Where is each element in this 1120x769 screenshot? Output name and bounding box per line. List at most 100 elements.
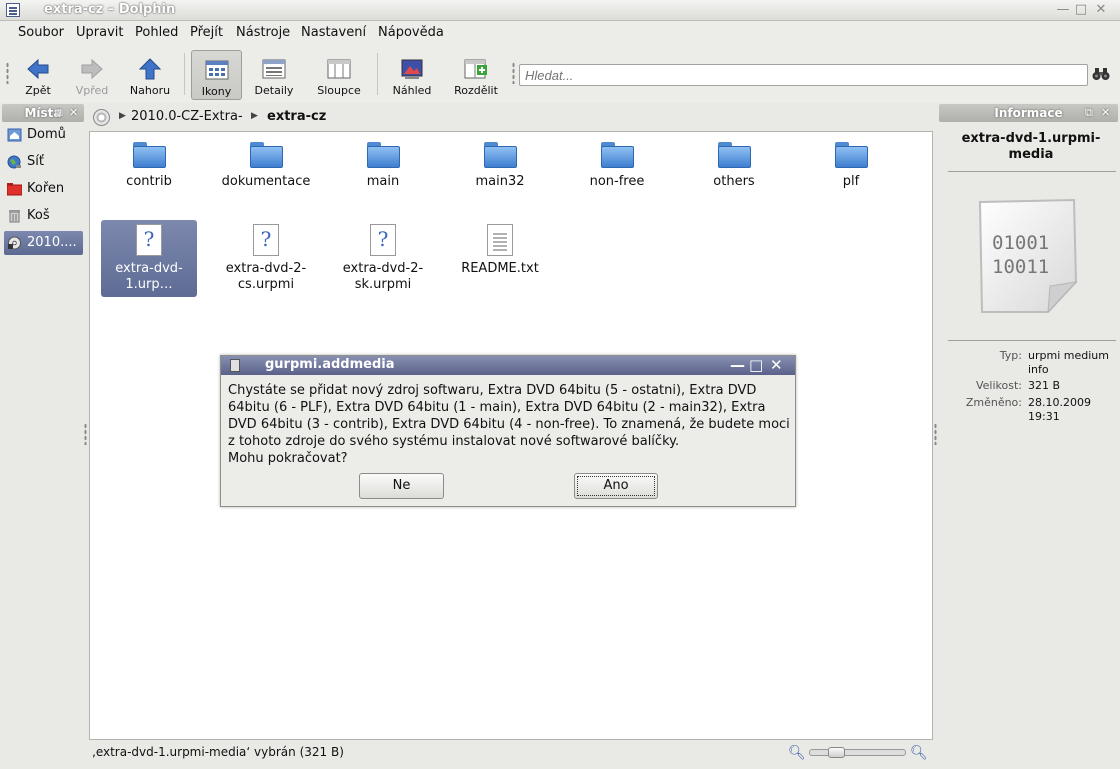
folder-icon — [132, 142, 166, 168]
folder-label: contrib — [126, 174, 172, 189]
panel-float-icon[interactable]: ⧉ — [55, 104, 63, 122]
place-disk[interactable]: 2010.... — [4, 231, 83, 255]
icons-view-icon — [205, 60, 228, 80]
folder-icon — [717, 142, 751, 168]
globe-icon — [7, 155, 21, 169]
place-root[interactable]: Kořen — [4, 177, 83, 201]
split-button[interactable]: Rozdělit — [449, 50, 503, 100]
back-arrow-icon — [27, 58, 49, 80]
dialog-maximize-icon[interactable]: □ — [749, 356, 763, 375]
icons-view-button[interactable]: Ikony — [191, 50, 242, 100]
folder-icon — [600, 142, 634, 168]
folder-icon — [483, 142, 517, 168]
close-icon[interactable]: ✕ — [1093, 2, 1109, 18]
menu-upravit[interactable]: Upravit — [76, 25, 123, 40]
breadcrumb-arrow-icon[interactable]: ▶ — [251, 111, 258, 121]
window-title: extra-cz – Dolphin — [44, 2, 176, 17]
folder-item[interactable]: dokumentace — [218, 136, 314, 190]
zoom-out-icon[interactable]: 🔍︎ — [788, 745, 806, 761]
zoom-in-icon[interactable]: 🔍︎ — [910, 745, 928, 761]
menu-napoveda[interactable]: Nápověda — [378, 25, 444, 40]
folder-icon — [366, 142, 400, 168]
info-separator — [948, 171, 1116, 172]
info-panel-header: Informace ⧉ ✕ — [939, 104, 1118, 122]
dialog-minimize-icon[interactable]: — — [730, 356, 745, 375]
file-label: extra-dvd-1.urp… — [115, 261, 183, 292]
place-trash[interactable]: Koš — [4, 204, 83, 228]
breadcrumb-disk-icon[interactable] — [93, 109, 110, 126]
preview-button[interactable]: Náhled — [388, 50, 436, 100]
file-item[interactable]: README.txt — [452, 220, 548, 277]
up-label: Nahoru — [129, 84, 171, 97]
breadcrumb: ▶ 2010.0-CZ-Extra- ▶ extra-cz — [89, 105, 933, 129]
panel-resize-handle[interactable] — [934, 423, 937, 445]
menu-nastaveni[interactable]: Nastavení — [301, 25, 366, 40]
file-item[interactable]: ? extra-dvd-2-cs.urpmi — [218, 220, 314, 293]
minimize-icon[interactable]: — — [1055, 2, 1071, 18]
panel-float-icon[interactable]: ⧉ — [1085, 104, 1093, 122]
info-size-value: 321 B — [1028, 379, 1061, 392]
breadcrumb-arrow-icon[interactable]: ▶ — [119, 111, 126, 121]
search-input[interactable] — [519, 64, 1088, 86]
toolbar-grip-icon[interactable] — [512, 62, 515, 84]
menu-soubor[interactable]: Soubor — [18, 25, 64, 40]
file-item-selected[interactable]: ? extra-dvd-1.urp… — [101, 220, 197, 297]
columns-view-label: Sloupce — [317, 84, 361, 97]
folder-item[interactable]: main32 — [452, 136, 548, 190]
file-item[interactable]: ? extra-dvd-2-sk.urpmi — [335, 220, 431, 293]
details-view-label: Detaily — [254, 84, 294, 97]
columns-view-icon — [327, 59, 351, 79]
forward-button[interactable]: Vpřed — [70, 50, 114, 100]
yes-button[interactable]: Ano — [574, 473, 658, 499]
folder-label: main32 — [475, 174, 525, 189]
binoculars-icon[interactable] — [1092, 67, 1110, 81]
text-file-icon — [487, 224, 513, 256]
dialog-message-text: Chystáte se přidat nový zdroj softwaru, … — [228, 383, 790, 449]
no-button[interactable]: Ne — [359, 473, 444, 499]
places-panel: Místa ⧉ ✕ Domů Síť Kořen Koš 2010.... — [0, 104, 85, 744]
panel-close-icon[interactable]: ✕ — [1101, 104, 1110, 122]
forward-arrow-icon — [81, 58, 103, 80]
up-button[interactable]: Nahoru — [126, 50, 174, 100]
place-network[interactable]: Síť — [4, 150, 83, 174]
details-view-button[interactable]: Detaily — [250, 50, 298, 100]
unknown-file-icon: ? — [253, 224, 279, 256]
folder-icon — [834, 142, 868, 168]
folder-item[interactable]: non-free — [569, 136, 665, 190]
app-icon[interactable] — [6, 3, 20, 17]
split-label: Rozdělit — [454, 84, 498, 97]
breadcrumb-current[interactable]: extra-cz — [267, 109, 326, 124]
dialog-title: gurpmi.addmedia — [265, 357, 395, 372]
zoom-slider-handle[interactable] — [828, 747, 845, 758]
place-root-label: Kořen — [27, 181, 65, 196]
window-titlebar[interactable]: extra-cz – Dolphin — □ ✕ — [0, 0, 1120, 21]
place-home[interactable]: Domů — [4, 123, 83, 147]
dialog-titlebar[interactable]: gurpmi.addmedia — □ ✕ — [221, 356, 795, 375]
split-icon — [464, 59, 487, 79]
folder-label: main — [366, 174, 400, 189]
dialog-close-icon[interactable]: ✕ — [770, 356, 783, 375]
dialog-question: Mohu pokračovat? — [228, 451, 348, 466]
folder-item[interactable]: contrib — [101, 136, 197, 190]
zoom-slider[interactable] — [809, 747, 906, 758]
maximize-icon[interactable]: □ — [1073, 2, 1089, 18]
panel-resize-handle[interactable] — [84, 423, 87, 445]
breadcrumb-segment[interactable]: 2010.0-CZ-Extra- — [131, 109, 243, 124]
trash-icon — [9, 210, 20, 223]
forward-label: Vpřed — [75, 84, 109, 97]
menu-prejit[interactable]: Přejít — [190, 25, 223, 40]
back-label: Zpět — [25, 84, 51, 97]
columns-view-button[interactable]: Sloupce — [313, 50, 365, 100]
menu-nastroje[interactable]: Nástroje — [236, 25, 290, 40]
up-arrow-icon — [138, 58, 162, 80]
back-button[interactable]: Zpět — [16, 50, 60, 100]
toolbar-grip-icon[interactable] — [6, 62, 9, 84]
folder-item[interactable]: others — [686, 136, 782, 190]
panel-close-icon[interactable]: ✕ — [69, 104, 78, 122]
unknown-file-icon: ? — [370, 224, 396, 256]
menu-pohled[interactable]: Pohled — [135, 25, 178, 40]
file-label: extra-dvd-2-cs.urpmi — [225, 261, 307, 292]
binary-text-top: 01001 — [992, 232, 1050, 254]
folder-item[interactable]: main — [335, 136, 431, 190]
folder-item[interactable]: plf — [803, 136, 899, 190]
